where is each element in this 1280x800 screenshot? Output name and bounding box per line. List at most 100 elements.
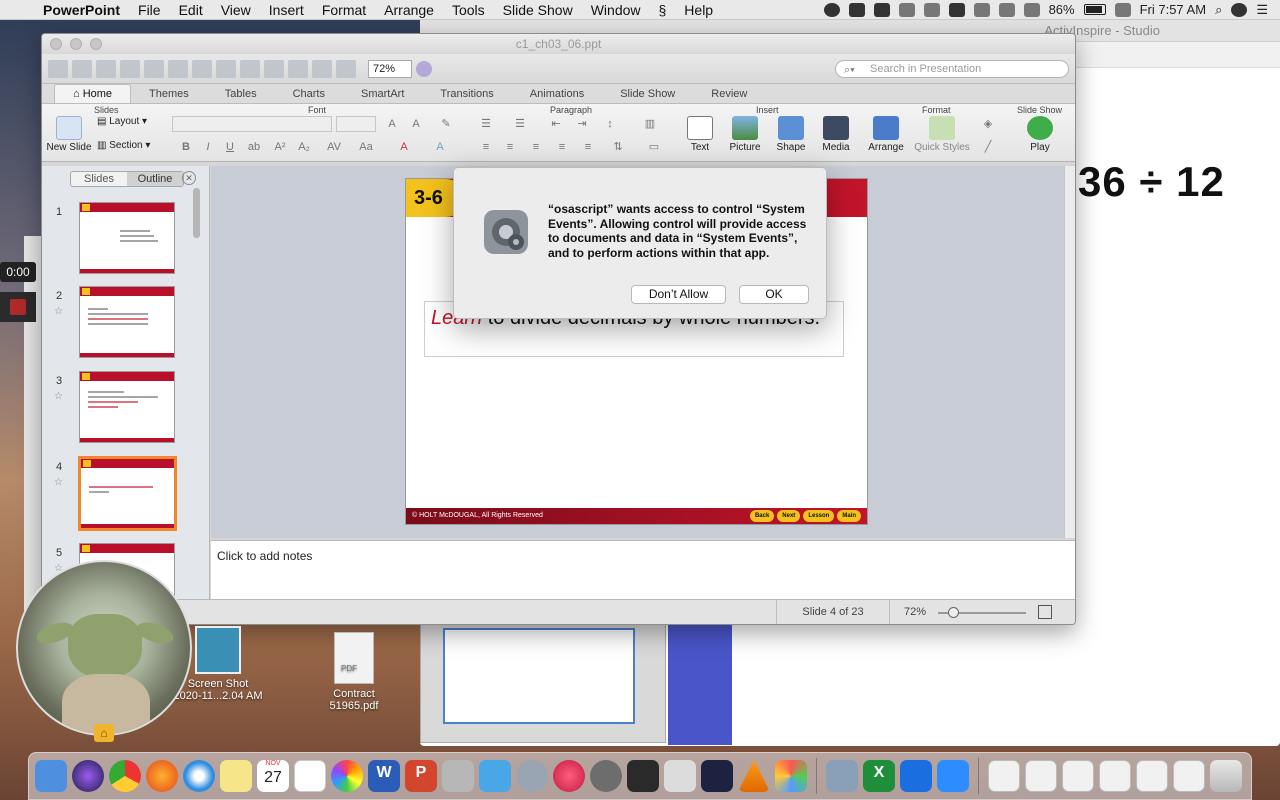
view-toggle-icon[interactable] <box>336 59 356 78</box>
text-direction-icon[interactable]: ⇅ <box>610 140 626 154</box>
slide-lesson-button[interactable]: Lesson <box>803 510 835 522</box>
line-color-icon[interactable]: ╱ <box>980 140 996 154</box>
help-icon[interactable] <box>416 60 432 77</box>
shrink-font-icon[interactable]: A <box>408 117 424 131</box>
font-color-icon[interactable]: A <box>396 140 412 154</box>
slide-next-button[interactable]: Next <box>777 510 801 522</box>
fit-to-window-icon[interactable] <box>1038 605 1052 619</box>
text-effects-icon[interactable]: A <box>432 140 448 154</box>
minimized-window-2[interactable] <box>1025 760 1057 792</box>
siri-icon[interactable] <box>72 760 104 792</box>
change-case-icon[interactable]: Aa <box>358 140 374 154</box>
vlc-icon[interactable] <box>738 760 770 792</box>
increase-indent-icon[interactable]: ⇥ <box>574 117 590 131</box>
tab-themes[interactable]: Themes <box>131 85 207 103</box>
align-left-icon[interactable]: ≡ <box>478 140 494 154</box>
new-slide-button[interactable]: New Slide <box>46 116 92 153</box>
format-painter-icon[interactable] <box>240 59 260 78</box>
clear-format-icon[interactable]: ✎ <box>438 117 454 131</box>
desktop-icon-contract-pdf[interactable]: PDF Contract 51965.pdf <box>310 632 398 712</box>
bullets-icon[interactable]: ☰ <box>478 117 494 131</box>
menu-edit[interactable]: Edit <box>170 0 212 20</box>
menu-slide-show[interactable]: Slide Show <box>494 0 582 20</box>
flipchart-page-thumbnail[interactable] <box>420 623 666 743</box>
system-preferences-icon[interactable] <box>590 760 622 792</box>
superscript-icon[interactable]: A² <box>272 140 288 154</box>
printer-status-icon[interactable] <box>973 2 990 17</box>
input-source-icon[interactable] <box>1114 2 1131 17</box>
layout-button[interactable]: ▤ Layout ▾ <box>97 116 161 127</box>
align-right-icon[interactable]: ≡ <box>528 140 544 154</box>
zoom-field[interactable]: 72% <box>368 59 412 78</box>
menu-app-name[interactable]: PowerPoint <box>34 0 129 20</box>
menu-window[interactable]: Window <box>582 0 650 20</box>
copy-icon[interactable] <box>192 59 212 78</box>
distribute-icon[interactable]: ≡ <box>580 140 596 154</box>
tab-animations[interactable]: Animations <box>512 85 602 103</box>
insert-shape-button[interactable]: Shape <box>768 116 814 153</box>
wifi-icon[interactable] <box>1023 2 1040 17</box>
launchpad-icon[interactable] <box>516 760 548 792</box>
tab-smartart[interactable]: SmartArt <box>343 85 422 103</box>
gear-status-icon[interactable] <box>823 2 840 17</box>
minimize-window-button[interactable] <box>70 38 82 50</box>
subscript-icon[interactable]: A₂ <box>296 140 312 154</box>
menu-tools[interactable]: Tools <box>443 0 494 20</box>
dropbox-icon[interactable] <box>900 760 932 792</box>
line-spacing-icon[interactable]: ↕ <box>602 117 618 131</box>
safari-icon[interactable] <box>183 760 215 792</box>
menu-file[interactable]: File <box>129 0 170 20</box>
photos-icon[interactable] <box>331 760 363 792</box>
firefox-icon[interactable] <box>146 760 178 792</box>
tab-charts[interactable]: Charts <box>275 85 343 103</box>
open-icon[interactable] <box>96 59 116 78</box>
stop-recording-button[interactable] <box>0 292 36 322</box>
fill-icon[interactable]: ◈ <box>980 117 996 131</box>
paste-icon[interactable] <box>216 59 236 78</box>
underline-icon[interactable]: U <box>222 140 238 154</box>
finder-icon[interactable] <box>35 760 67 792</box>
dvd-app-icon[interactable] <box>775 760 807 792</box>
new-presentation-icon[interactable] <box>48 59 68 78</box>
disk-utility-icon[interactable] <box>664 760 696 792</box>
slide-back-button[interactable]: Back <box>749 510 775 522</box>
screen-record-status-icon[interactable] <box>923 2 940 17</box>
align-center-icon[interactable]: ≡ <box>502 140 518 154</box>
powerpoint-icon[interactable]: P <box>405 760 437 792</box>
minimized-window-6[interactable] <box>1173 760 1205 792</box>
tab-review[interactable]: Review <box>693 85 765 103</box>
undo-icon[interactable] <box>264 59 284 78</box>
play-button[interactable]: Play <box>1018 116 1062 153</box>
minimized-window-3[interactable] <box>1062 760 1094 792</box>
close-window-button[interactable] <box>50 38 62 50</box>
close-box-status-icon[interactable] <box>898 2 915 17</box>
screenshot-app-icon[interactable] <box>627 760 659 792</box>
notes-icon[interactable] <box>220 760 252 792</box>
tab-slide-show[interactable]: Slide Show <box>602 85 693 103</box>
gallery-icon[interactable] <box>312 59 332 78</box>
slide-main-button[interactable]: Main <box>837 510 861 522</box>
section-button[interactable]: ▥ Section ▾ <box>97 140 163 151</box>
outline-tab[interactable]: Outline <box>127 172 183 186</box>
script-menu-icon[interactable]: § <box>650 0 676 20</box>
xcode-icon[interactable] <box>701 760 733 792</box>
word-icon[interactable]: W <box>368 760 400 792</box>
menu-insert[interactable]: Insert <box>260 0 313 20</box>
gift-icon[interactable]: ⌂ <box>94 724 114 742</box>
spotlight-search-icon[interactable]: ⌕ <box>1215 2 1222 18</box>
dont-allow-button[interactable]: Don’t Allow <box>631 285 726 304</box>
grow-font-icon[interactable]: A <box>384 117 400 131</box>
char-spacing-icon[interactable]: AV <box>326 140 342 154</box>
dropbox-status-icon[interactable] <box>948 2 965 17</box>
trash-icon[interactable] <box>1210 760 1242 792</box>
menu-view[interactable]: View <box>212 0 260 20</box>
tab-tables[interactable]: Tables <box>207 85 275 103</box>
strikethrough-icon[interactable]: ab <box>246 140 262 154</box>
arrange-button[interactable]: Arrange <box>864 116 908 153</box>
print-icon[interactable] <box>144 59 164 78</box>
zoom-icon[interactable] <box>937 760 969 792</box>
search-presentation-input[interactable]: ⌕▾ Search in Presentation <box>835 59 1069 78</box>
menubar-clock[interactable]: Fri 7:57 AM <box>1140 2 1206 17</box>
zoom-slider-handle[interactable] <box>948 607 959 618</box>
notification-center-icon[interactable]: ☰ <box>1256 2 1268 18</box>
